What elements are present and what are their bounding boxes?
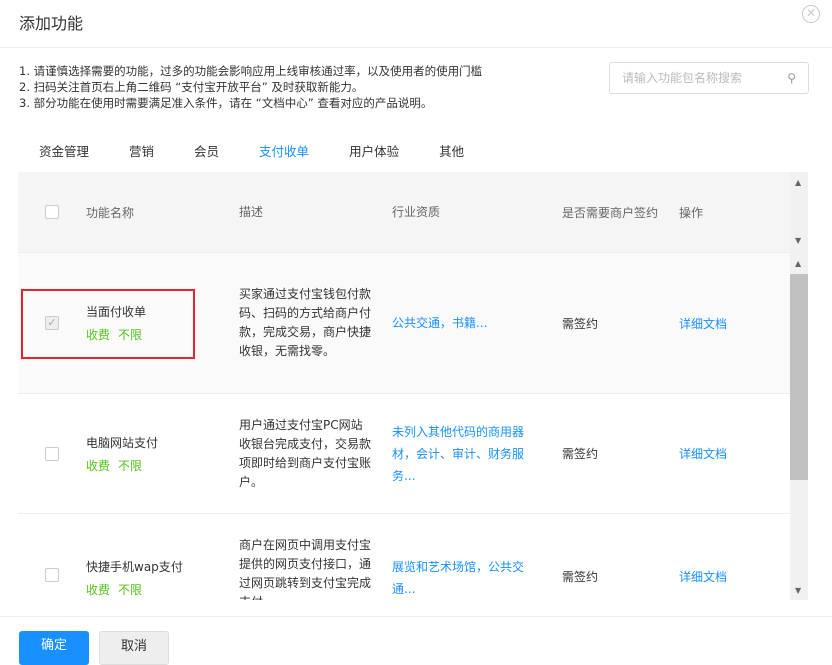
dialog-title: 添加功能 xyxy=(19,14,84,33)
function-table: 功能名称 描述 行业资质 是否需要商户签约 操作 ✓ 当面付收单 收费 不限 买家通… xyxy=(18,172,790,600)
search-icon[interactable]: ⚲ xyxy=(787,63,796,93)
note: 3. 部分功能在使用时需要满足准入条件，请在 “文档中心” 查看对应的产品说明。 xyxy=(19,96,433,110)
selection-highlight xyxy=(21,289,195,359)
fee-tag: 收费 xyxy=(86,458,111,473)
scrollbar-thumb[interactable] xyxy=(790,274,808,480)
row-checkbox[interactable] xyxy=(45,446,59,461)
doc-link[interactable]: 详细文档 xyxy=(679,445,789,462)
scroll-down-icon[interactable]: ▼ xyxy=(795,236,801,245)
divider xyxy=(0,47,832,48)
cancel-button[interactable]: 取消 xyxy=(99,631,169,665)
description: 买家通过支付宝钱包付款码、扫码的方式给商户付款，完成交易，商户快捷收银，无需找零… xyxy=(239,287,372,358)
tab-user-experience[interactable]: 用户体验 xyxy=(329,141,419,160)
header-industry: 行业资质 xyxy=(392,205,441,219)
industry-link[interactable]: 未列入其他代码的商用器材，会计、审计、财务服务... xyxy=(392,421,562,487)
header-sign: 是否需要商户签约 xyxy=(562,205,659,220)
scroll-down-icon[interactable]: ▼ xyxy=(795,586,801,595)
select-all-checkbox[interactable] xyxy=(45,205,59,219)
tab-payment[interactable]: 支付收单 xyxy=(239,141,329,160)
header-action: 操作 xyxy=(679,205,704,220)
function-name: 快捷手机wap支付 xyxy=(86,560,183,574)
table-row: 电脑网站支付 收费 不限 用户通过支付宝PC网站收银台完成支付，交易款项即时给到商户… xyxy=(18,394,790,514)
scroll-up-icon[interactable]: ▲ xyxy=(795,259,801,268)
tab-member[interactable]: 会员 xyxy=(174,141,239,160)
limit-tag: 不限 xyxy=(118,583,143,597)
row-checkbox[interactable] xyxy=(45,568,59,582)
header-desc: 描述 xyxy=(239,204,264,219)
fee-tag: 收费 xyxy=(86,583,111,597)
doc-link[interactable]: 详细文档 xyxy=(679,568,789,585)
notes: 1. 请谨慎选择需要的功能，过多的功能会影响应用上线审核通过率，以及使用者的使用… xyxy=(19,63,482,111)
tabs: 资金管理 营销 会员 支付收单 用户体验 其他 xyxy=(19,141,484,160)
function-name: 电脑网站支付 xyxy=(86,435,159,450)
divider xyxy=(0,616,832,617)
description: 商户在网页中调用支付宝提供的网页支付接口，通过网页跳转到支付宝完成支付 xyxy=(239,538,372,600)
limit-tag: 不限 xyxy=(118,458,143,473)
confirm-button[interactable]: 确定 xyxy=(19,631,89,665)
note: 1. 请谨慎选择需要的功能，过多的功能会影响应用上线审核通过率，以及使用者的使用… xyxy=(19,64,483,78)
tab-funds[interactable]: 资金管理 xyxy=(19,141,109,160)
description: 用户通过支付宝PC网站收银台完成支付，交易款项即时给到商户支付宝账户。 xyxy=(239,417,372,489)
scroll-up-icon[interactable]: ▲ xyxy=(795,178,801,187)
tab-marketing[interactable]: 营销 xyxy=(109,141,174,160)
sign-status: 需签约 xyxy=(562,570,599,584)
doc-link[interactable]: 详细文档 xyxy=(679,315,789,332)
table-row: 快捷手机wap支付 收费 不限 商户在网页中调用支付宝提供的网页支付接口，通过网页跳… xyxy=(18,514,790,600)
search-input[interactable]: 请输入功能包名称搜索 ⚲ xyxy=(609,62,809,94)
tab-other[interactable]: 其他 xyxy=(419,141,484,160)
note: 2. 扫码关注首页右上角二维码 “支付宝开放平台” 及时获取新能力。 xyxy=(19,80,364,94)
header-name: 功能名称 xyxy=(86,205,135,220)
sign-status: 需签约 xyxy=(562,447,599,461)
industry-link[interactable]: 展览和艺术场馆，公共交通... xyxy=(392,556,562,600)
table-header: 功能名称 描述 行业资质 是否需要商户签约 操作 xyxy=(18,172,790,253)
sign-status: 需签约 xyxy=(562,316,599,331)
search-placeholder: 请输入功能包名称搜索 xyxy=(622,71,743,85)
industry-link[interactable]: 公共交通，书籍... xyxy=(392,312,562,334)
close-icon[interactable]: ✕ xyxy=(802,5,820,23)
